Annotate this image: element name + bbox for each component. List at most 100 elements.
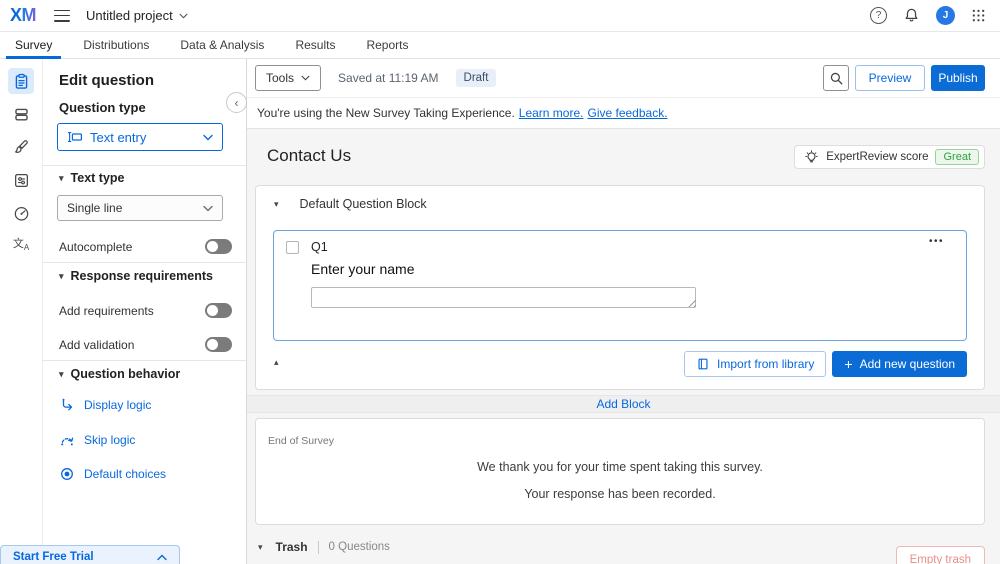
expert-review-gauge-icon[interactable]: [8, 200, 34, 226]
triangle-up-icon[interactable]: ▴: [274, 357, 279, 368]
add-validation-label: Add validation: [59, 338, 134, 352]
trash-label[interactable]: Trash: [276, 540, 308, 554]
give-feedback-link[interactable]: Give feedback.: [587, 106, 667, 120]
response-requirements-section-header[interactable]: ▾ Response requirements: [59, 269, 213, 283]
add-requirements-row: Add requirements: [59, 303, 232, 318]
draft-status-badge: Draft: [456, 69, 497, 87]
project-title-menu[interactable]: Untitled project: [86, 8, 188, 23]
collapse-panel-button[interactable]: ‹: [226, 92, 247, 113]
question-id: Q1: [311, 240, 328, 254]
tab-data-analysis[interactable]: Data & Analysis: [171, 32, 273, 58]
chevron-down-icon: [179, 13, 188, 19]
start-free-trial-banner[interactable]: Start Free Trial: [0, 545, 180, 564]
panel-title: Edit question: [59, 72, 154, 89]
app-header: XM Untitled project ? J: [0, 0, 1000, 32]
tools-label: Tools: [266, 71, 294, 85]
end-of-survey-message-2: Your response has been recorded.: [256, 487, 984, 501]
add-block-strip: Add Block: [247, 395, 1000, 413]
expert-review-label: ExpertReview score: [826, 151, 928, 163]
add-requirements-toggle[interactable]: [205, 303, 232, 318]
primary-nav-tabs: Survey Distributions Data & Analysis Res…: [0, 32, 1000, 59]
add-validation-row: Add validation: [59, 337, 232, 352]
add-new-question-label: Add new question: [860, 357, 955, 371]
text-type-section-header[interactable]: ▾ Text type: [59, 171, 124, 185]
display-logic-link[interactable]: Display logic: [59, 397, 151, 413]
triangle-down-icon[interactable]: ▾: [274, 200, 279, 209]
panel-divider: [43, 165, 246, 166]
display-logic-icon: [59, 397, 75, 413]
import-from-library-label: Import from library: [717, 357, 814, 371]
question-menu-dots-icon[interactable]: •••: [929, 236, 944, 247]
trash-question-count: 0 Questions: [329, 541, 390, 553]
default-choices-link[interactable]: Default choices: [59, 466, 166, 482]
question-behavior-section-header[interactable]: ▾ Question behavior: [59, 367, 180, 381]
text-type-label: Text type: [71, 171, 125, 185]
tab-results[interactable]: Results: [286, 32, 344, 58]
text-type-select[interactable]: Single line: [57, 195, 223, 221]
chevron-down-icon: [301, 75, 310, 81]
app-window: XM Untitled project ? J Survey Distribut…: [0, 0, 1000, 564]
survey-title[interactable]: Contact Us: [267, 146, 351, 166]
answer-input[interactable]: [311, 287, 696, 308]
survey-builder-icon[interactable]: [8, 68, 34, 94]
edit-question-panel: Edit question Question type Text entry ▾…: [43, 59, 247, 564]
start-free-trial-label: Start Free Trial: [13, 551, 94, 563]
autocomplete-row: Autocomplete: [59, 239, 232, 254]
skip-logic-label: Skip logic: [84, 433, 135, 447]
default-choices-label: Default choices: [84, 467, 166, 481]
xm-logo[interactable]: XM: [10, 5, 36, 26]
preview-button[interactable]: Preview: [855, 65, 925, 91]
library-book-icon: [696, 357, 710, 371]
notifications-bell-icon[interactable]: [903, 7, 920, 24]
look-and-feel-brush-icon[interactable]: [8, 134, 34, 160]
chevron-down-icon: [203, 134, 213, 141]
trash-section: ▾ Trash 0 Questions: [258, 540, 390, 554]
add-validation-toggle[interactable]: [205, 337, 232, 352]
question-card-q1[interactable]: Q1 ••• Enter your name: [273, 230, 967, 341]
triangle-down-icon: ▾: [59, 272, 64, 281]
display-logic-label: Display logic: [84, 398, 151, 412]
survey-flow-icon[interactable]: [8, 101, 34, 127]
tools-menu-button[interactable]: Tools: [255, 65, 321, 91]
tab-survey[interactable]: Survey: [6, 32, 61, 58]
block-title[interactable]: Default Question Block: [300, 197, 427, 211]
survey-toolbar: Tools Saved at 11:19 AM Draft Preview Pu…: [247, 59, 1000, 98]
notice-message: You're using the New Survey Taking Exper…: [257, 106, 515, 120]
default-question-block: ▾ Default Question Block Q1 ••• Enter yo…: [255, 185, 985, 390]
menu-icon[interactable]: [54, 10, 70, 22]
user-avatar[interactable]: J: [936, 6, 955, 25]
expert-review-score-pill[interactable]: ExpertReview score Great: [794, 145, 985, 169]
new-experience-notice: You're using the New Survey Taking Exper…: [247, 98, 1000, 129]
end-of-survey-block[interactable]: End of Survey We thank you for your time…: [255, 418, 985, 525]
panel-divider: [43, 360, 246, 361]
add-new-question-button[interactable]: + Add new question: [832, 351, 967, 377]
trash-divider: [318, 541, 319, 554]
translations-icon[interactable]: 文A: [8, 233, 34, 259]
empty-trash-button[interactable]: Empty trash: [896, 546, 985, 564]
question-text[interactable]: Enter your name: [311, 261, 415, 277]
search-icon: [829, 71, 844, 86]
learn-more-link[interactable]: Learn more.: [519, 106, 584, 120]
add-block-link[interactable]: Add Block: [596, 397, 650, 411]
tab-reports[interactable]: Reports: [357, 32, 417, 58]
autocomplete-label: Autocomplete: [59, 240, 132, 254]
search-button[interactable]: [823, 65, 849, 91]
question-type-dropdown[interactable]: Text entry: [57, 123, 223, 151]
import-from-library-button[interactable]: Import from library: [684, 351, 826, 377]
survey-options-sliders-icon[interactable]: [8, 167, 34, 193]
chevron-up-icon[interactable]: [157, 554, 167, 561]
help-icon[interactable]: ?: [870, 7, 887, 24]
skip-logic-link[interactable]: Skip logic: [59, 432, 135, 448]
chevron-down-icon: [203, 205, 213, 212]
main-area: Tools Saved at 11:19 AM Draft Preview Pu…: [247, 59, 1000, 564]
tab-distributions[interactable]: Distributions: [74, 32, 158, 58]
lightbulb-icon: [804, 150, 819, 165]
publish-button[interactable]: Publish: [931, 65, 985, 91]
autocomplete-toggle[interactable]: [205, 239, 232, 254]
question-checkbox[interactable]: [286, 241, 299, 254]
triangle-down-icon[interactable]: ▾: [258, 543, 263, 552]
skip-logic-icon: [59, 432, 75, 448]
triangle-down-icon: ▾: [59, 174, 64, 183]
triangle-down-icon: ▾: [59, 370, 64, 379]
app-grid-icon[interactable]: [971, 8, 986, 23]
